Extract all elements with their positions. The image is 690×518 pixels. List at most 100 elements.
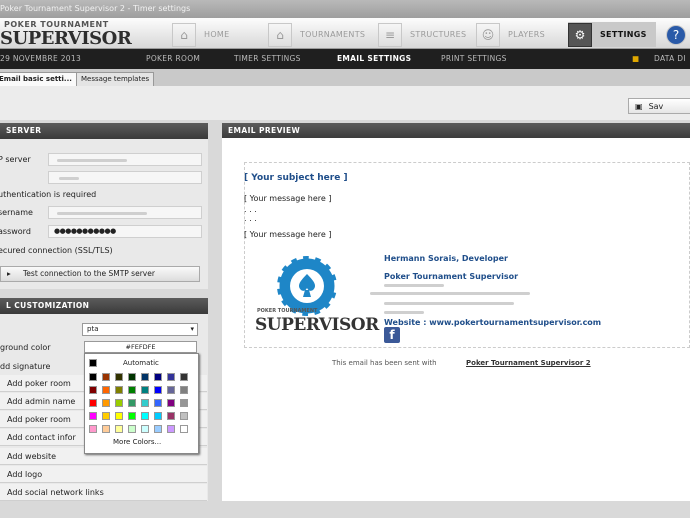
- color-swatch[interactable]: [180, 425, 188, 433]
- redacted-text: [384, 311, 424, 314]
- color-swatch[interactable]: [89, 359, 97, 367]
- signature-company: Poker Tournament Supervisor: [384, 272, 519, 281]
- redacted-text: [370, 292, 530, 295]
- save-button[interactable]: ▣ Sav: [628, 98, 690, 114]
- color-swatch[interactable]: [180, 373, 188, 381]
- ssl-tls-checkbox[interactable]: ecured connection (SSL/TLS): [0, 243, 113, 258]
- color-swatch[interactable]: [89, 412, 97, 420]
- list-item-add-social-links[interactable]: Add social network links: [0, 484, 207, 501]
- color-swatch[interactable]: [154, 373, 162, 381]
- email-preview-title: EMAIL PREVIEW: [228, 126, 301, 135]
- help-button[interactable]: ?: [666, 22, 686, 47]
- color-swatch[interactable]: [154, 425, 162, 433]
- redacted-text: [384, 284, 444, 287]
- signature-logo-text: SUPERVISOR: [255, 315, 379, 335]
- nav-tournaments-button[interactable]: ⌂ TOURNAMENTS: [268, 22, 365, 47]
- color-swatch[interactable]: [128, 399, 136, 407]
- color-swatch[interactable]: [180, 386, 188, 394]
- email-preview-header: EMAIL PREVIEW: [222, 123, 690, 139]
- add-signature-label: dd signature: [0, 362, 51, 371]
- more-colors-option[interactable]: More Colors...: [113, 438, 161, 446]
- test-connection-button[interactable]: ▸ Test connection to the SMTP server: [0, 266, 200, 282]
- tab-email-basic-settings[interactable]: Email basic setti...: [0, 72, 77, 86]
- username-label: sername: [0, 208, 33, 217]
- color-swatch[interactable]: [154, 412, 162, 420]
- app-header: POKER TOURNAMENT SUPERVISOR ⌂ HOME ⌂ TOU…: [0, 18, 690, 49]
- test-connection-label: Test connection to the SMTP server: [23, 269, 155, 278]
- color-swatch[interactable]: [180, 412, 188, 420]
- color-swatch[interactable]: [102, 373, 110, 381]
- color-swatch[interactable]: [141, 412, 149, 420]
- signature-website: Website : www.pokertournamentsupervisor.…: [384, 318, 602, 327]
- color-swatch[interactable]: [115, 386, 123, 394]
- color-swatch[interactable]: [167, 425, 175, 433]
- color-swatch[interactable]: [141, 399, 149, 407]
- email-dots-2: . . .: [244, 214, 257, 223]
- color-swatch[interactable]: [128, 386, 136, 394]
- color-swatch[interactable]: [102, 412, 110, 420]
- password-field[interactable]: ●●●●●●●●●●●: [48, 225, 202, 238]
- color-swatch[interactable]: [128, 373, 136, 381]
- color-swatch[interactable]: [167, 373, 175, 381]
- color-swatch[interactable]: [89, 373, 97, 381]
- color-swatch[interactable]: [141, 386, 149, 394]
- color-swatch[interactable]: [141, 425, 149, 433]
- background-color-field[interactable]: #FEFDFE: [84, 341, 197, 353]
- tab-message-templates[interactable]: Message templates: [76, 72, 155, 86]
- redacted-text: [57, 212, 147, 215]
- color-swatch[interactable]: [167, 412, 175, 420]
- font-select[interactable]: pta ▾: [82, 323, 198, 336]
- email-footer-link[interactable]: Poker Tournament Supervisor 2: [466, 359, 591, 367]
- nav-settings-button[interactable]: ⚙ SETTINGS: [568, 22, 656, 47]
- color-swatch[interactable]: [141, 373, 149, 381]
- nav-players-button[interactable]: ☺ PLAYERS: [476, 22, 545, 47]
- server-panel-header: SERVER: [0, 123, 208, 139]
- subnav-poker-room[interactable]: POKER ROOM: [146, 54, 200, 63]
- settings-subnav: 29 NOVEMBRE 2013 POKER ROOM TIMER SETTIN…: [0, 49, 690, 69]
- color-swatch[interactable]: [89, 399, 97, 407]
- nav-structures-button[interactable]: ≡ STRUCTURES: [378, 22, 466, 47]
- facebook-icon[interactable]: f: [384, 327, 400, 343]
- help-icon: ?: [666, 24, 686, 45]
- redacted-text: [384, 302, 514, 305]
- save-icon: ▣: [635, 101, 643, 111]
- color-swatch[interactable]: [115, 412, 123, 420]
- color-swatch[interactable]: [115, 425, 123, 433]
- color-swatch[interactable]: [167, 399, 175, 407]
- color-swatch[interactable]: [115, 373, 123, 381]
- home-icon: ⌂: [172, 22, 196, 47]
- list-item-add-logo[interactable]: Add logo: [0, 466, 207, 483]
- color-swatch[interactable]: [154, 386, 162, 394]
- window-title: Poker Tournament Supervisor 2 - Timer se…: [0, 4, 191, 13]
- color-swatch[interactable]: [89, 425, 97, 433]
- customization-panel-title: L CUSTOMIZATION: [6, 301, 90, 310]
- email-message-2: [ Your message here ]: [244, 230, 332, 239]
- color-swatch[interactable]: [154, 399, 162, 407]
- color-swatch[interactable]: [102, 399, 110, 407]
- automatic-color-option[interactable]: Automatic: [123, 359, 159, 367]
- subnav-timer-settings[interactable]: TIMER SETTINGS: [234, 54, 301, 63]
- color-swatch[interactable]: [128, 425, 136, 433]
- subnav-data-folder[interactable]: DATA DI: [654, 54, 686, 63]
- nav-home-button[interactable]: ⌂ HOME: [172, 22, 229, 47]
- color-swatch[interactable]: [115, 399, 123, 407]
- subnav-print-settings[interactable]: PRINT SETTINGS: [441, 54, 507, 63]
- username-field[interactable]: [48, 206, 202, 219]
- password-value: ●●●●●●●●●●●: [54, 227, 116, 235]
- font-select-value: pta: [87, 325, 99, 333]
- signature-logo-subtitle: POKER TOURNAMENT: [257, 308, 318, 314]
- background-color-label: ground color: [0, 343, 51, 352]
- subnav-email-settings[interactable]: EMAIL SETTINGS: [337, 54, 411, 63]
- window-titlebar: Poker Tournament Supervisor 2 - Timer se…: [0, 0, 690, 18]
- email-footer-text: This email has been sent with: [332, 359, 437, 367]
- color-swatch[interactable]: [180, 399, 188, 407]
- color-swatch[interactable]: [167, 386, 175, 394]
- smtp-port-field[interactable]: [48, 171, 202, 184]
- server-panel: P server uthentication is required serna…: [0, 139, 208, 289]
- color-swatch[interactable]: [128, 412, 136, 420]
- auth-required-checkbox[interactable]: uthentication is required: [0, 187, 96, 202]
- color-swatch[interactable]: [102, 386, 110, 394]
- color-swatch[interactable]: [89, 386, 97, 394]
- color-swatch[interactable]: [102, 425, 110, 433]
- smtp-server-field[interactable]: [48, 153, 202, 166]
